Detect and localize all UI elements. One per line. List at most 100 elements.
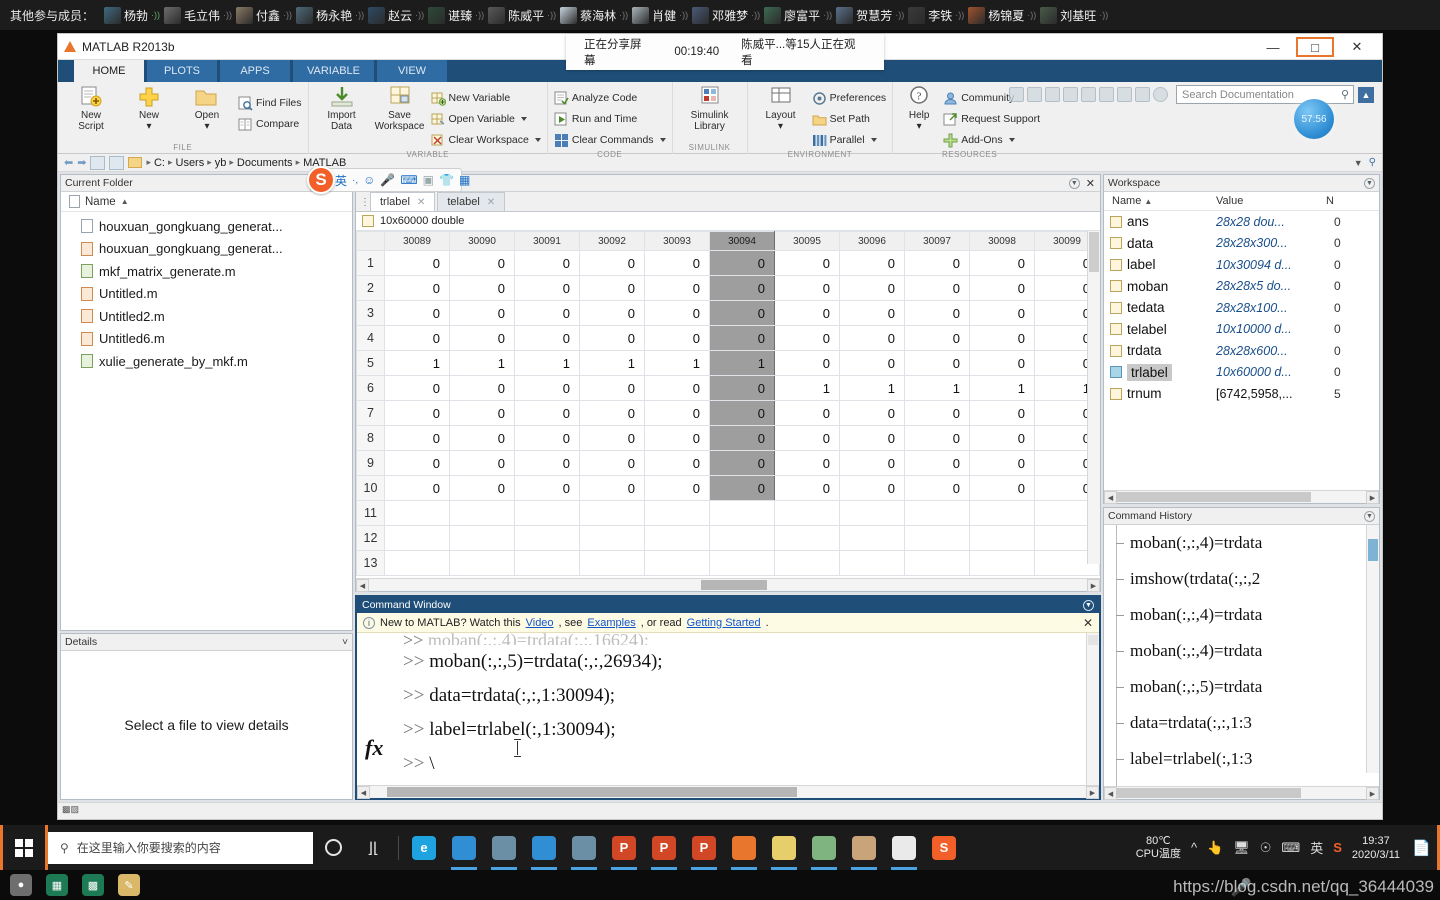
variables-vscrollbar[interactable]	[1087, 231, 1100, 564]
table-cell[interactable]: 0	[449, 475, 515, 501]
table-cell[interactable]: 0	[579, 475, 645, 501]
table-cell[interactable]	[449, 550, 515, 576]
table-cell[interactable]: 0	[904, 250, 970, 276]
row-header[interactable]: 8	[356, 425, 385, 451]
table-cell[interactable]: 0	[839, 275, 905, 301]
row-header[interactable]: 10	[356, 475, 385, 501]
cw-hscroll-left-arrow-icon[interactable]: ◀	[357, 786, 370, 799]
minimize-button[interactable]: —	[1252, 35, 1294, 59]
tab-telabel[interactable]: telabel ✕	[437, 192, 506, 211]
excel-green-icon[interactable]: ▦	[46, 874, 68, 896]
tab-apps[interactable]: APPS	[220, 60, 290, 82]
table-cell[interactable]: 0	[839, 425, 905, 451]
sogou-tray-icon[interactable]: S	[1333, 840, 1342, 855]
table-cell[interactable]	[839, 525, 905, 551]
table-cell[interactable]: 0	[644, 475, 710, 501]
table-cell[interactable]: 0	[839, 300, 905, 326]
participant-chip[interactable]: 肖健 ·))	[632, 6, 688, 24]
import-data-button[interactable]: Import Data	[315, 85, 369, 132]
powerpoint2-icon[interactable]: P	[644, 825, 684, 870]
table-row[interactable]: 100000000000	[356, 250, 1100, 276]
table-cell[interactable]: 0	[449, 375, 515, 401]
close-button[interactable]: ✕	[1336, 35, 1378, 59]
hscroll-right-arrow-icon[interactable]: ▶	[1087, 579, 1100, 592]
sogou-ime-bar[interactable]: S 英 ·, ☺ 🎤 ⌨ ▣ 👕 ▦	[307, 166, 470, 194]
table-row[interactable]: 13	[356, 550, 1100, 576]
table-cell[interactable]: 0	[579, 300, 645, 326]
table-cell[interactable]: 0	[644, 300, 710, 326]
variables-vscroll-thumb[interactable]	[1089, 232, 1099, 272]
powerpoint3-icon[interactable]: P	[684, 825, 724, 870]
table-cell[interactable]: 0	[774, 300, 840, 326]
pdf-reader-icon[interactable]	[484, 825, 524, 870]
table-cell[interactable]: 1	[384, 350, 450, 376]
ime-shirt-icon[interactable]: 👕	[439, 173, 454, 187]
hand-icon[interactable]: 👆	[1207, 840, 1223, 856]
table-cell[interactable]: 0	[839, 400, 905, 426]
table-row[interactable]: 900000000000	[356, 450, 1100, 476]
column-header[interactable]: 30097	[904, 231, 970, 251]
explorer2-icon[interactable]	[524, 825, 564, 870]
table-cell[interactable]	[644, 550, 710, 576]
table-cell[interactable]: 0	[839, 350, 905, 376]
table-row[interactable]: 511111100000	[356, 350, 1100, 376]
history-line[interactable]: data=trdata(:,:,1:3	[1104, 705, 1379, 741]
taskbar-clock[interactable]: 19:37 2020/3/11	[1352, 834, 1400, 862]
column-header[interactable]: 30096	[839, 231, 905, 251]
table-cell[interactable]: 0	[709, 400, 775, 426]
qa-copy-icon[interactable]	[1063, 87, 1078, 102]
ime-punctuation-icon[interactable]: ·,	[352, 175, 358, 186]
table-cell[interactable]	[709, 525, 775, 551]
ime-mode-toggle[interactable]: 英	[335, 172, 347, 189]
table-cell[interactable]: 0	[384, 400, 450, 426]
add-ons-button[interactable]: Add-Ons	[943, 130, 1040, 150]
table-cell[interactable]: 0	[969, 275, 1035, 301]
table-cell[interactable]: 0	[904, 350, 970, 376]
network-icon[interactable]: 🖥	[1233, 840, 1250, 856]
tab-home[interactable]: HOME	[74, 60, 144, 82]
table-cell[interactable]: 0	[774, 325, 840, 351]
table-row[interactable]: label 10x30094 d... 0	[1104, 254, 1379, 276]
table-cell[interactable]: 0	[644, 400, 710, 426]
clear-commands-chevron-down-icon[interactable]	[659, 138, 666, 142]
variables-options-icon[interactable]: ▼	[1068, 177, 1080, 189]
list-item[interactable]: houxuan_gongkuang_generat...	[61, 215, 352, 238]
table-cell[interactable]: 0	[514, 400, 580, 426]
table-cell[interactable]: 0	[904, 275, 970, 301]
variables-hscrollbar[interactable]: ◀ ▶	[356, 578, 1100, 592]
column-header[interactable]: 30094	[709, 231, 775, 251]
participant-chip[interactable]: 贺慧芳 ·))	[836, 6, 904, 24]
participant-chip[interactable]: 杨勃 ·))	[104, 6, 160, 24]
fx-icon[interactable]: fx	[365, 735, 383, 761]
tab-telabel-close-icon[interactable]: ✕	[487, 197, 495, 208]
action-center-icon[interactable]: 📄	[1406, 825, 1440, 870]
qa-undo-icon[interactable]	[1099, 87, 1114, 102]
tab-trlabel[interactable]: trlabel ✕	[370, 192, 436, 211]
row-header[interactable]: 5	[356, 350, 385, 376]
table-row[interactable]: 700000000000	[356, 400, 1100, 426]
edge-icon[interactable]: e	[404, 825, 444, 870]
workspace-column-header[interactable]: Name ▲ Value N	[1104, 192, 1379, 211]
column-header[interactable]: 30093	[644, 231, 710, 251]
table-cell[interactable]: 0	[904, 450, 970, 476]
cortana-icon[interactable]	[313, 825, 353, 870]
back-arrow-icon[interactable]: ⬅	[64, 156, 73, 169]
notice-examples-link[interactable]: Examples	[587, 617, 635, 629]
table-cell[interactable]: 1	[904, 375, 970, 401]
pdf-reader2-icon[interactable]	[564, 825, 604, 870]
table-row[interactable]: 200000000000	[356, 275, 1100, 301]
table-cell[interactable]: 0	[644, 425, 710, 451]
table-cell[interactable]: 0	[579, 375, 645, 401]
table-cell[interactable]: 0	[839, 450, 905, 476]
breadcrumb-segment[interactable]: C:	[154, 157, 165, 169]
table-cell[interactable]: 0	[579, 325, 645, 351]
tab-plots[interactable]: PLOTS	[147, 60, 217, 82]
compare-button[interactable]: Compare	[238, 114, 302, 134]
breadcrumb-segment[interactable]: yb	[215, 157, 227, 169]
row-header[interactable]: 6	[356, 375, 385, 401]
participant-chip[interactable]: 邓雅梦 ·))	[692, 6, 760, 24]
table-cell[interactable]: 0	[709, 375, 775, 401]
ws-hscroll-thumb[interactable]	[1116, 492, 1311, 502]
table-cell[interactable]: 0	[514, 475, 580, 501]
table-cell[interactable]: 0	[709, 250, 775, 276]
